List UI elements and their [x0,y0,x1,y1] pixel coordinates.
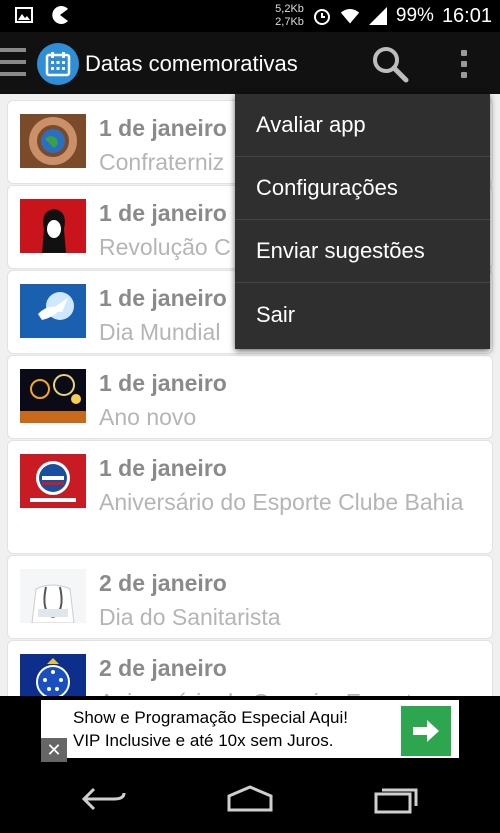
list-item[interactable]: 1 de janeiro Aniversário do Esporte Club… [7,440,493,554]
item-title: Aniversário do Esporte Clube Bahia [99,489,464,515]
menu-item-exit[interactable]: Sair [235,283,490,346]
drawer-icon[interactable] [0,48,26,78]
list-item[interactable]: 2 de janeiro Dia do Sanitarista [7,555,493,639]
item-date: 2 de janeiro [99,570,227,596]
overflow-menu: Avaliar app Configurações Enviar sugestõ… [235,94,490,349]
battery-percent: 99% [395,5,434,26]
ad-banner: Show e Programação Especial Aqui! VIP In… [0,696,500,764]
menu-item-send-suggestions[interactable]: Enviar sugestões [235,220,490,283]
pacman-icon [50,5,70,25]
recent-apps-icon[interactable] [371,782,421,816]
item-date: 1 de janeiro [99,370,227,396]
gallery-icon [14,5,34,25]
search-icon[interactable] [370,44,410,84]
ad-subline: VIP Inclusive e até 10x sem Juros. [73,731,334,750]
alarm-icon [312,6,332,26]
app-title: Datas comemorativas [85,51,298,76]
wifi-icon [340,6,360,26]
item-title: Ano novo [99,404,197,430]
thumbnail-image [20,654,86,696]
item-date: 1 de janeiro [99,200,227,226]
item-date: 1 de janeiro [99,115,227,141]
thumbnail-image [20,454,86,508]
thumbnail-image [20,199,86,253]
list-item[interactable]: 2 de janeiro Aniversário do Cruzeiro Esp… [7,640,493,696]
arrow-right-icon[interactable] [401,706,451,756]
overflow-icon[interactable] [452,46,476,82]
clock: 16:01 [441,4,492,27]
network-speed: 5,2Kb 2,7Kb [275,3,304,29]
item-date: 1 de janeiro [99,455,227,481]
ad-headline: Show e Programação Especial Aqui! [73,708,348,727]
thumbnail-image [20,284,86,338]
navigation-bar [0,764,500,833]
ad-close-icon[interactable]: ✕ [41,738,67,762]
ad-content[interactable]: Show e Programação Especial Aqui! VIP In… [41,700,459,762]
item-title: Dia do Sanitarista [99,604,281,630]
menu-item-settings[interactable]: Configurações [235,157,490,220]
menu-item-rate-app[interactable]: Avaliar app [235,94,490,157]
back-icon[interactable] [79,782,129,816]
item-title: Aniversário do Cruzeiro Esporte [99,687,479,696]
action-bar: Datas comemorativas [0,32,500,94]
status-bar: 5,2Kb 2,7Kb 99% 16:01 [0,0,500,32]
thumbnail-image [20,369,86,423]
net-down: 2,7Kb [275,16,304,28]
calendar-icon[interactable] [37,43,79,85]
home-icon[interactable] [225,782,275,816]
signal-icon [368,6,388,26]
net-up: 5,2Kb [275,3,304,15]
list-item[interactable]: 1 de janeiro Ano novo [7,355,493,439]
item-date: 1 de janeiro [99,285,227,311]
item-date: 2 de janeiro [99,655,227,681]
thumbnail-image [20,114,86,168]
thumbnail-image [20,569,86,623]
